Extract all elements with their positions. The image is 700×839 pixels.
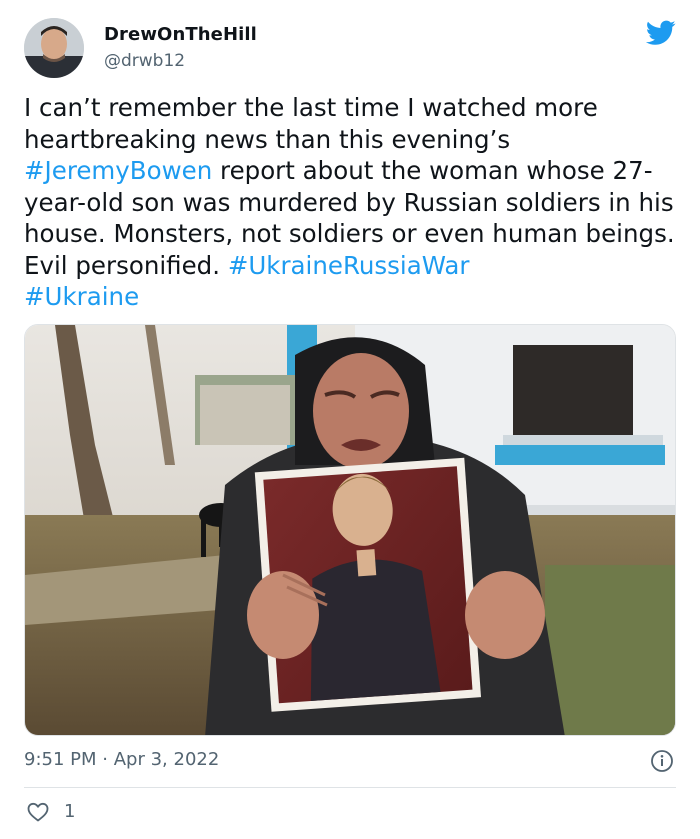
avatar[interactable] <box>24 18 84 78</box>
hashtag-ukrainerussiawar[interactable]: #UkraineRussiaWar <box>228 251 470 280</box>
photo-woman-holding-portrait <box>25 325 675 735</box>
author-handle[interactable]: @drwb12 <box>104 51 185 71</box>
tweet-header: DrewOnTheHill @drwb12 <box>24 18 676 80</box>
heart-icon[interactable] <box>26 800 50 824</box>
like-count: 1 <box>64 801 76 822</box>
info-icon[interactable] <box>650 749 674 773</box>
tweet-text-segment: I can’t remember the last time I watched… <box>24 93 598 154</box>
author-name[interactable]: DrewOnTheHill <box>104 24 257 45</box>
meta-separator: · <box>102 749 108 770</box>
hashtag-ukraine[interactable]: #Ukraine <box>24 282 139 311</box>
tweet-timestamp[interactable]: 9:51 PM · Apr 3, 2022 <box>24 749 219 770</box>
twitter-bird-icon[interactable] <box>646 20 676 46</box>
hashtag-jeremybowen[interactable]: #JeremyBowen <box>24 156 212 185</box>
tweet-text: I can’t remember the last time I watched… <box>24 92 679 313</box>
tweet-photo[interactable] <box>24 324 676 736</box>
divider <box>24 787 676 788</box>
tweet-card: DrewOnTheHill @drwb12 I can’t remember t… <box>0 0 700 839</box>
tweet-time: 9:51 PM <box>24 749 97 770</box>
tweet-date: Apr 3, 2022 <box>113 749 220 770</box>
